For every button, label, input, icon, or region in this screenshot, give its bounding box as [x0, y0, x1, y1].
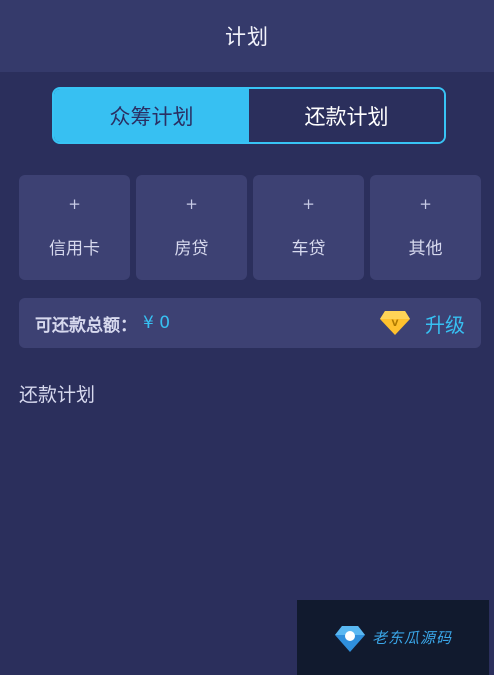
- category-mortgage[interactable]: + 房贷: [136, 175, 247, 280]
- svg-text:V: V: [392, 319, 399, 329]
- category-grid: + 信用卡 + 房贷 + 车贷 + 其他: [19, 175, 481, 280]
- watermark: 老东瓜源码: [297, 600, 489, 675]
- category-other[interactable]: + 其他: [370, 175, 481, 280]
- tab-label: 还款计划: [304, 104, 389, 129]
- category-label: 车贷: [291, 238, 326, 259]
- repayable-total-value: ¥ 0: [143, 313, 171, 333]
- plus-icon: +: [419, 194, 432, 213]
- category-label: 房贷: [174, 238, 209, 259]
- page-title: 计划: [225, 25, 269, 49]
- plus-icon: +: [302, 194, 315, 213]
- category-label: 其他: [408, 238, 443, 259]
- tab-crowdfunding-plan[interactable]: 众筹计划: [54, 89, 249, 142]
- plus-icon: +: [185, 194, 198, 213]
- repayable-total-label: 可还款总额：: [35, 315, 137, 336]
- tab-label: 众筹计划: [109, 104, 194, 129]
- plan-page: 计划 众筹计划 还款计划 + 信用卡 + 房贷 + 车贷 + 其他 可还款总额：…: [0, 0, 494, 675]
- upgrade-button[interactable]: 升级: [425, 309, 465, 338]
- watermark-text: 老东瓜源码: [371, 629, 452, 647]
- category-credit-card[interactable]: + 信用卡: [19, 175, 130, 280]
- plus-icon: +: [68, 194, 81, 213]
- section-title: 还款计划: [19, 384, 96, 406]
- category-label: 信用卡: [49, 238, 100, 259]
- diamond-icon[interactable]: V: [379, 309, 411, 337]
- tab-repayment-plan[interactable]: 还款计划: [249, 89, 444, 142]
- page-header: 计划: [0, 0, 494, 72]
- plan-tabs: 众筹计划 还款计划: [52, 87, 446, 144]
- logo-icon: [334, 625, 365, 652]
- category-car-loan[interactable]: + 车贷: [253, 175, 364, 280]
- repayable-total-bar: 可还款总额： ¥ 0 V 升级: [19, 298, 481, 348]
